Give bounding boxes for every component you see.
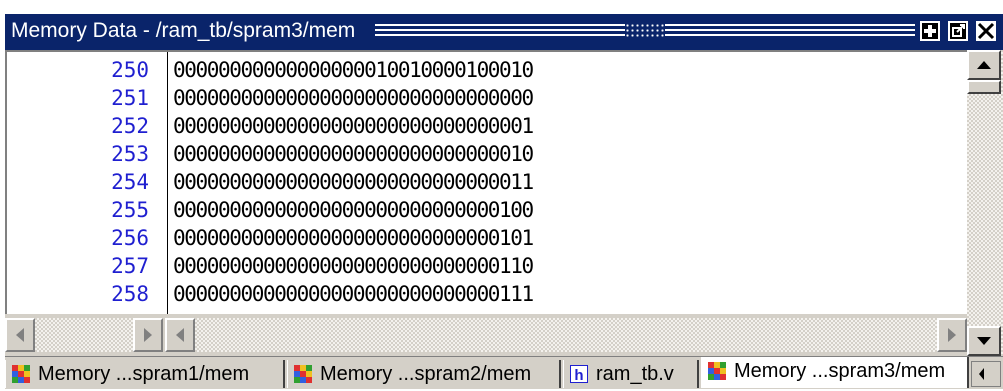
arrow-left-icon: [979, 368, 984, 380]
memory-address: 252: [111, 114, 149, 138]
memory-address: 257: [111, 254, 149, 278]
memory-row[interactable]: 253 00000000000000000000000000000010: [7, 140, 967, 168]
tab-spram3-mem[interactable]: Memory ...spram3/mem: [701, 357, 969, 388]
tab-label: Memory ...spram3/mem: [734, 360, 946, 382]
horizontal-scroll-area: [5, 314, 967, 356]
memory-value[interactable]: 00000000000000000000000000000100: [173, 196, 534, 224]
memory-value[interactable]: 00000000000000000010010000100010: [173, 56, 534, 84]
tab-bar: Memory ...spram1/mem Memory ...spram2/me…: [5, 356, 1003, 389]
memory-grid-icon: [12, 365, 30, 383]
memory-value[interactable]: 00000000000000000000000000000000: [173, 84, 534, 112]
memory-list[interactable]: 250 00000000000000000010010000100010 251…: [5, 50, 967, 314]
arrow-left-icon: [16, 328, 24, 342]
tab-label: Memory ...spram1/mem: [38, 363, 250, 385]
memory-value[interactable]: 00000000000000000000000000000110: [173, 252, 534, 280]
dock-icon: [920, 21, 940, 41]
vertical-scrollbar[interactable]: [967, 50, 1003, 356]
memory-row[interactable]: 256 00000000000000000000000000000101: [7, 224, 967, 252]
memory-value[interactable]: 00000000000000000000000000000101: [173, 224, 534, 252]
tab-label: Memory ...spram2/mem: [320, 363, 532, 385]
tab-spram1-mem[interactable]: Memory ...spram1/mem: [5, 360, 285, 388]
memory-row[interactable]: 255 00000000000000000000000000000100: [7, 196, 967, 224]
memory-row[interactable]: 250 00000000000000000010010000100010: [7, 56, 967, 84]
dock-button[interactable]: [919, 20, 941, 42]
memory-grid-icon: [294, 365, 312, 383]
tab-spram2-mem[interactable]: Memory ...spram2/mem: [287, 360, 561, 388]
memory-value[interactable]: 00000000000000000000000000000011: [173, 168, 534, 196]
data-scroll-left-button[interactable]: [165, 318, 195, 352]
scroll-up-button[interactable]: [967, 50, 1001, 80]
memory-row[interactable]: 258 00000000000000000000000000000111: [7, 280, 967, 308]
address-scroll-left-button[interactable]: [5, 318, 35, 352]
window-title: Memory Data - /ram_tb/spram3/mem: [11, 19, 356, 42]
vertical-scroll-thumb[interactable]: [967, 80, 1001, 94]
memory-grid-icon: [708, 362, 726, 380]
address-horizontal-scrollbar[interactable]: [5, 318, 163, 352]
arrow-up-icon: [977, 61, 991, 69]
arrow-right-icon: [948, 328, 956, 342]
memory-row[interactable]: 257 00000000000000000000000000000110: [7, 252, 967, 280]
data-scroll-right-button[interactable]: [937, 318, 967, 352]
arrow-right-icon: [144, 328, 152, 342]
memory-address: 256: [111, 226, 149, 250]
close-icon: [976, 21, 996, 41]
tab-ram-tb-v[interactable]: h ram_tb.v: [563, 360, 699, 388]
drag-handle-icon[interactable]: [625, 23, 665, 37]
memory-row[interactable]: 254 00000000000000000000000000000011: [7, 168, 967, 196]
tab-scroll-left-button[interactable]: [971, 361, 1001, 387]
memory-address: 254: [111, 170, 149, 194]
undock-icon: [948, 21, 968, 41]
memory-address: 258: [111, 282, 149, 306]
memory-value[interactable]: 00000000000000000000000000000111: [173, 280, 534, 308]
arrow-down-icon: [977, 337, 991, 345]
undock-button[interactable]: [947, 20, 969, 42]
verilog-file-icon: h: [570, 365, 588, 383]
memory-address: 253: [111, 142, 149, 166]
memory-value[interactable]: 00000000000000000000000000000010: [173, 140, 534, 168]
background-strip: [0, 0, 1003, 14]
memory-address: 251: [111, 86, 149, 110]
memory-row[interactable]: 252 00000000000000000000000000000001: [7, 112, 967, 140]
tab-label: ram_tb.v: [596, 363, 674, 385]
data-horizontal-scrollbar[interactable]: [165, 318, 967, 352]
memory-value[interactable]: 00000000000000000000000000000001: [173, 112, 534, 140]
address-scroll-right-button[interactable]: [133, 318, 163, 352]
title-bar[interactable]: Memory Data - /ram_tb/spram3/mem: [5, 14, 1003, 50]
memory-row[interactable]: 251 00000000000000000000000000000000: [7, 84, 967, 112]
close-button[interactable]: [975, 20, 997, 42]
memory-data-window: Memory Data - /ram_tb/spram3/mem 250 000…: [5, 14, 1003, 389]
memory-address: 250: [111, 58, 149, 82]
arrow-left-icon: [176, 328, 184, 342]
memory-address: 255: [111, 198, 149, 222]
scroll-down-button[interactable]: [967, 326, 1001, 356]
svg-text:h: h: [574, 367, 583, 383]
